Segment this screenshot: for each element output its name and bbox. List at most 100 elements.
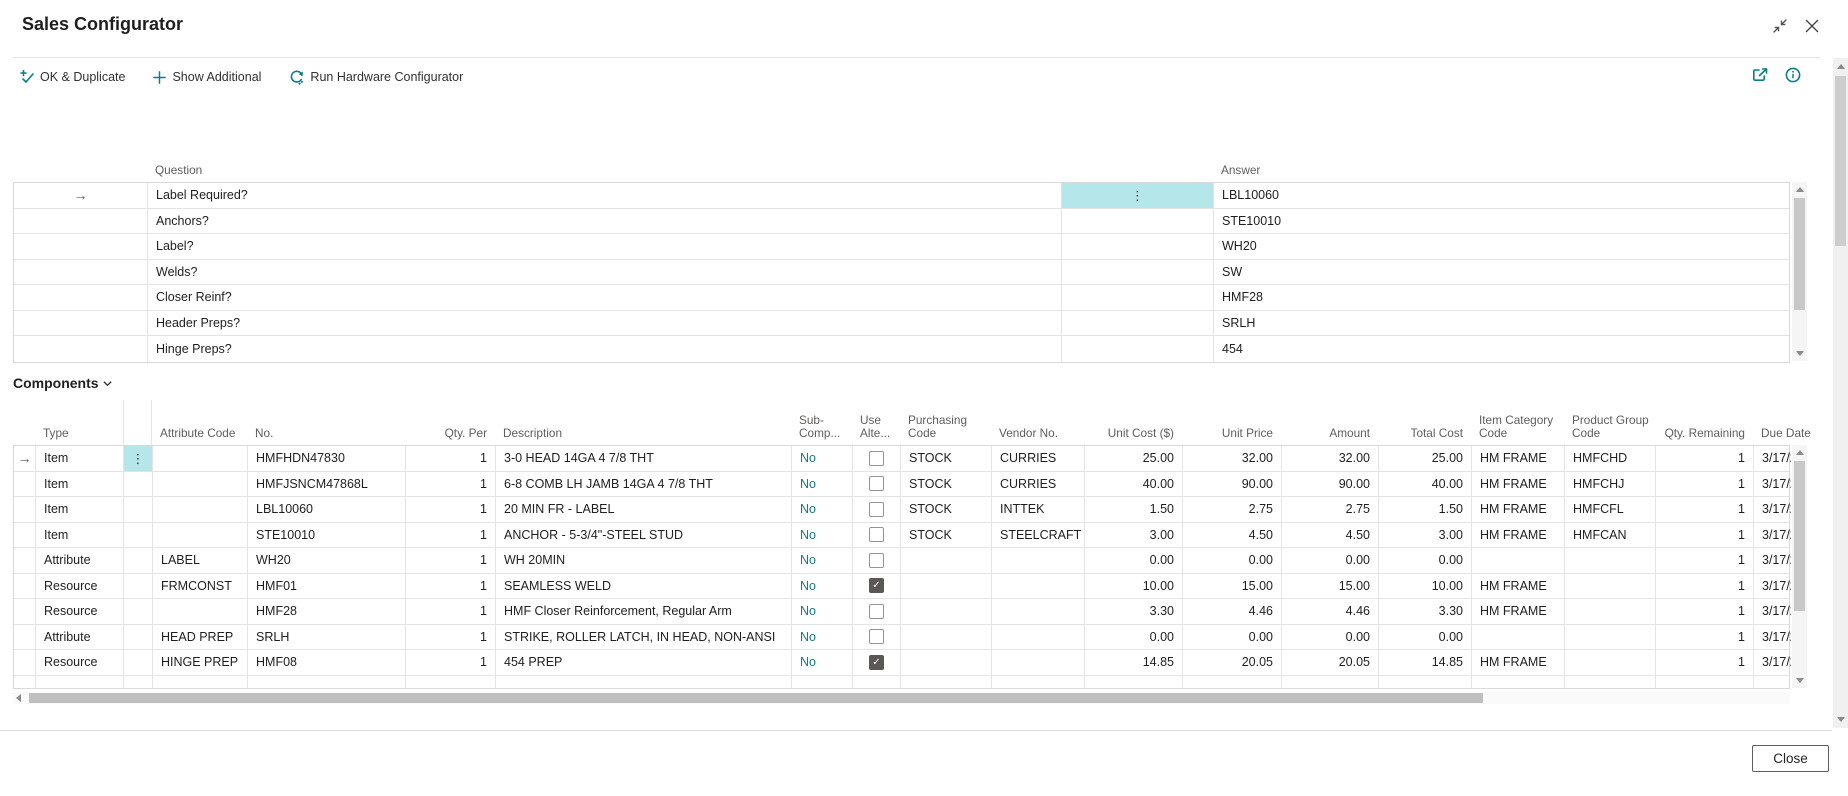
info-icon[interactable] <box>1785 67 1801 83</box>
amount-cell[interactable]: 15.00 <box>1282 574 1379 599</box>
scrollbar-thumb[interactable] <box>1835 76 1846 246</box>
unit_price-cell[interactable]: 4.46 <box>1183 599 1282 624</box>
amount-cell[interactable]: 4.50 <box>1282 523 1379 548</box>
sub_comp-cell[interactable]: No <box>792 599 853 624</box>
row-selector-cell[interactable] <box>14 599 36 624</box>
ok-and-duplicate-button[interactable]: OK & Duplicate <box>20 70 125 84</box>
amount-cell[interactable]: 20.05 <box>1282 650 1379 675</box>
description-cell[interactable]: 3-0 HEAD 14GA 4 7/8 THT <box>496 446 792 471</box>
item_category_code-cell[interactable]: HM FRAME <box>1472 523 1565 548</box>
sub_comp-cell[interactable]: No <box>792 446 853 471</box>
attribute_code-cell[interactable] <box>153 676 248 689</box>
amount-cell[interactable]: 90.00 <box>1282 472 1379 497</box>
question-cell[interactable]: Anchors? <box>148 209 1062 234</box>
vendor_no-cell[interactable] <box>992 574 1085 599</box>
due_date-cell[interactable] <box>1754 676 1789 689</box>
item_category_code-cell[interactable]: HM FRAME <box>1472 472 1565 497</box>
due_date-cell[interactable]: 3/17/2 <box>1754 599 1791 624</box>
type-cell[interactable]: Item <box>36 497 124 522</box>
column-header-sub_comp[interactable]: Sub-Comp... <box>791 414 852 445</box>
purchasing_code-cell[interactable]: STOCK <box>901 497 992 522</box>
type-cell[interactable]: Item <box>36 472 124 497</box>
vendor_no-cell[interactable] <box>992 650 1085 675</box>
no-cell[interactable]: HMF28 <box>248 599 406 624</box>
run-hardware-configurator-button[interactable]: Run Hardware Configurator <box>289 70 463 85</box>
row-selector-cell[interactable] <box>14 497 36 522</box>
no-cell[interactable]: HMF08 <box>248 650 406 675</box>
total_cost-cell[interactable]: 0.00 <box>1379 625 1472 650</box>
use-alternate-checkbox[interactable] <box>869 604 884 619</box>
sub_comp-cell[interactable]: No <box>792 574 853 599</box>
product_group_code-cell[interactable]: HMFCHJ <box>1565 472 1656 497</box>
answer-cell[interactable]: WH20 <box>1214 234 1791 259</box>
due_date-cell[interactable]: 3/17/2 <box>1754 497 1791 522</box>
vendor_no-cell[interactable]: CURRIES <box>992 472 1085 497</box>
no-cell[interactable]: LBL10060 <box>248 497 406 522</box>
attribute_code-cell[interactable]: HEAD PREP <box>153 625 248 650</box>
qty_remaining-cell[interactable]: 1 <box>1656 446 1754 471</box>
qty_remaining-cell[interactable]: 1 <box>1656 650 1754 675</box>
answer-cell[interactable]: 454 <box>1214 336 1791 362</box>
sub_comp-cell[interactable]: No <box>792 497 853 522</box>
row-options-cell[interactable] <box>124 650 153 675</box>
row-options-cell[interactable] <box>1062 336 1214 362</box>
use-alternate-checkbox[interactable] <box>869 527 884 542</box>
no-cell[interactable] <box>248 676 406 689</box>
qty_per-cell[interactable]: 1 <box>406 472 496 497</box>
row-options-cell[interactable] <box>124 497 153 522</box>
due_date-cell[interactable]: 3/17/2 <box>1754 523 1791 548</box>
column-header-unit_price[interactable]: Unit Price <box>1182 427 1281 445</box>
type-cell[interactable]: Resource <box>36 650 124 675</box>
use_alt-cell[interactable] <box>853 650 901 675</box>
attribute_code-cell[interactable] <box>153 446 248 471</box>
column-header-due_date[interactable]: Due Date <box>1753 427 1790 445</box>
item_category_code-cell[interactable]: HM FRAME <box>1472 599 1565 624</box>
unit_cost-cell[interactable] <box>1085 676 1183 689</box>
sub-component-link[interactable]: No <box>800 528 816 542</box>
qty_remaining-cell[interactable]: 1 <box>1656 548 1754 573</box>
attribute_code-cell[interactable] <box>153 497 248 522</box>
components-vertical-scrollbar[interactable] <box>1792 445 1807 688</box>
vendor_no-cell[interactable] <box>992 625 1085 650</box>
unit_price-cell[interactable]: 32.00 <box>1183 446 1282 471</box>
qty_per-cell[interactable] <box>406 676 496 689</box>
description-cell[interactable]: HMF Closer Reinforcement, Regular Arm <box>496 599 792 624</box>
use_alt-cell[interactable] <box>853 472 901 497</box>
collapse-dialog-icon[interactable] <box>1772 18 1788 34</box>
column-header-unit_cost[interactable]: Unit Cost ($) <box>1084 427 1182 445</box>
row-options-cell[interactable] <box>1062 260 1214 285</box>
qty_remaining-cell[interactable]: 1 <box>1656 497 1754 522</box>
due_date-cell[interactable]: 3/17/2 <box>1754 574 1791 599</box>
answer-cell[interactable]: LBL10060 <box>1214 183 1791 208</box>
row-options-cell[interactable] <box>124 472 153 497</box>
product_group_code-cell[interactable]: HMFCAN <box>1565 523 1656 548</box>
total_cost-cell[interactable] <box>1379 676 1472 689</box>
sub-component-link[interactable]: No <box>800 630 816 644</box>
column-header-type[interactable]: Type <box>35 427 123 445</box>
question-cell[interactable]: Header Preps? <box>148 311 1062 336</box>
unit_cost-cell[interactable]: 0.00 <box>1085 625 1183 650</box>
column-header-answer[interactable]: Answer <box>1213 164 1790 182</box>
use-alternate-checkbox[interactable] <box>869 655 884 670</box>
answer-cell[interactable]: HMF28 <box>1214 285 1791 310</box>
purchasing_code-cell[interactable]: STOCK <box>901 523 992 548</box>
row-options-cell[interactable] <box>124 548 153 573</box>
use_alt-cell[interactable] <box>853 548 901 573</box>
type-cell[interactable]: Attribute <box>36 548 124 573</box>
item_category_code-cell[interactable] <box>1472 548 1565 573</box>
share-icon[interactable] <box>1752 67 1769 83</box>
row-options-cell[interactable] <box>124 446 153 471</box>
question-cell[interactable]: Label? <box>148 234 1062 259</box>
scrollbar-thumb[interactable] <box>1794 461 1805 611</box>
components-section-toggle[interactable]: Components <box>13 375 113 391</box>
scroll-left-arrow-icon[interactable] <box>16 694 21 702</box>
no-cell[interactable]: HMFHDN47830 <box>248 446 406 471</box>
purchasing_code-cell[interactable] <box>901 676 992 689</box>
row-options-cell[interactable] <box>124 574 153 599</box>
purchasing_code-cell[interactable]: STOCK <box>901 446 992 471</box>
components-horizontal-scrollbar[interactable] <box>13 692 1790 704</box>
column-header-product_group_code[interactable]: Product Group Code <box>1564 414 1655 445</box>
sub_comp-cell[interactable] <box>792 676 853 689</box>
question-cell[interactable]: Hinge Preps? <box>148 336 1062 362</box>
answer-cell[interactable]: SW <box>1214 260 1791 285</box>
